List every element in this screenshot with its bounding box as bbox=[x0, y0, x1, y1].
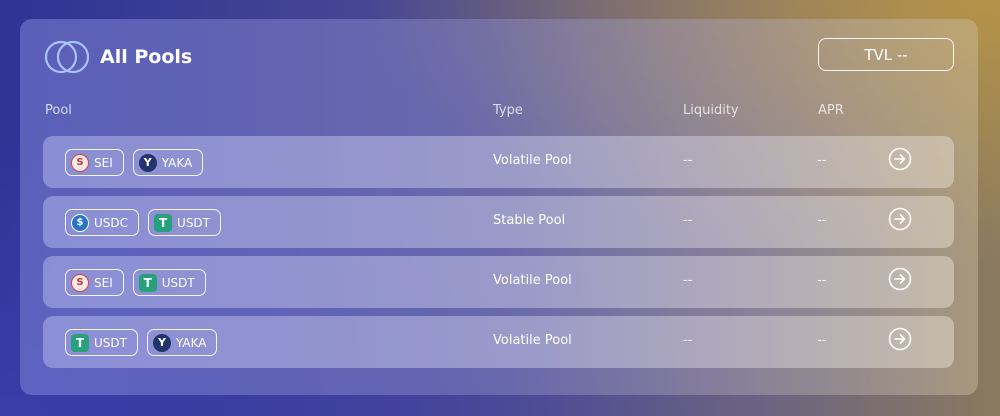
sei-icon: S bbox=[71, 273, 89, 292]
pools-logo-icon bbox=[44, 40, 90, 74]
token-label: USDT bbox=[161, 275, 195, 290]
pool-liquidity: -- bbox=[683, 333, 693, 348]
yaka-icon: Y bbox=[152, 333, 171, 352]
token-chip[interactable]: T USDT bbox=[148, 209, 222, 236]
pool-type: Volatile Pool bbox=[493, 273, 572, 288]
pool-liquidity: -- bbox=[683, 273, 693, 288]
column-header-apr: APR bbox=[818, 103, 844, 118]
usdt-icon: T bbox=[154, 213, 173, 232]
panel-header: All Pools bbox=[42, 37, 192, 77]
pool-type: Volatile Pool bbox=[493, 153, 572, 168]
yaka-icon: Y bbox=[138, 153, 157, 172]
token-label: USDT bbox=[177, 215, 211, 230]
token-chip[interactable]: Y YAKA bbox=[132, 149, 204, 176]
pool-liquidity: -- bbox=[683, 153, 693, 168]
usdc-icon: $ bbox=[71, 213, 89, 232]
token-label: USDT bbox=[94, 335, 127, 350]
pool-apr: -- bbox=[817, 213, 827, 228]
pool-row[interactable]: S SEI Y YAKA Volatile Pool -- -- bbox=[43, 136, 954, 188]
sei-icon: S bbox=[71, 153, 89, 172]
token-label: YAKA bbox=[161, 155, 193, 170]
usdt-icon: T bbox=[71, 333, 89, 352]
token-label: SEI bbox=[94, 275, 113, 290]
arrow-right-circle-icon[interactable] bbox=[888, 207, 912, 231]
token-label: USDC bbox=[94, 215, 129, 230]
column-header-pool: Pool bbox=[45, 103, 72, 118]
pool-apr: -- bbox=[817, 333, 827, 348]
arrow-right-circle-icon[interactable] bbox=[888, 147, 912, 171]
pool-apr: -- bbox=[817, 153, 827, 168]
arrow-right-circle-icon[interactable] bbox=[888, 327, 912, 351]
token-chip[interactable]: T USDT bbox=[65, 329, 138, 356]
token-label: YAKA bbox=[175, 335, 207, 350]
token-chip[interactable]: T USDT bbox=[132, 269, 206, 296]
token-chip[interactable]: S SEI bbox=[65, 149, 124, 176]
column-header-type: Type bbox=[493, 103, 523, 118]
usdt-icon: T bbox=[138, 273, 157, 292]
tvl-label: TVL -- bbox=[864, 45, 908, 64]
page-title: All Pools bbox=[100, 46, 193, 68]
pool-list: S SEI Y YAKA Volatile Pool -- -- $ USDC bbox=[43, 136, 954, 376]
pool-row[interactable]: S SEI T USDT Volatile Pool -- -- bbox=[43, 256, 954, 308]
token-chip[interactable]: Y YAKA bbox=[146, 329, 218, 356]
column-header-liquidity: Liquidity bbox=[683, 103, 739, 118]
tvl-button[interactable]: TVL -- bbox=[818, 38, 954, 71]
pool-type: Volatile Pool bbox=[493, 333, 572, 348]
pool-row[interactable]: T USDT Y YAKA Volatile Pool -- -- bbox=[43, 316, 954, 368]
pool-liquidity: -- bbox=[683, 213, 693, 228]
token-chip[interactable]: $ USDC bbox=[65, 209, 140, 236]
all-pools-panel: All Pools TVL -- Pool Type Liquidity APR… bbox=[20, 19, 978, 395]
token-label: SEI bbox=[94, 155, 113, 170]
pool-row[interactable]: $ USDC T USDT Stable Pool -- -- bbox=[43, 196, 954, 248]
pool-type: Stable Pool bbox=[493, 213, 566, 228]
token-chip[interactable]: S SEI bbox=[65, 269, 124, 296]
pool-apr: -- bbox=[817, 273, 827, 288]
arrow-right-circle-icon[interactable] bbox=[888, 267, 912, 291]
